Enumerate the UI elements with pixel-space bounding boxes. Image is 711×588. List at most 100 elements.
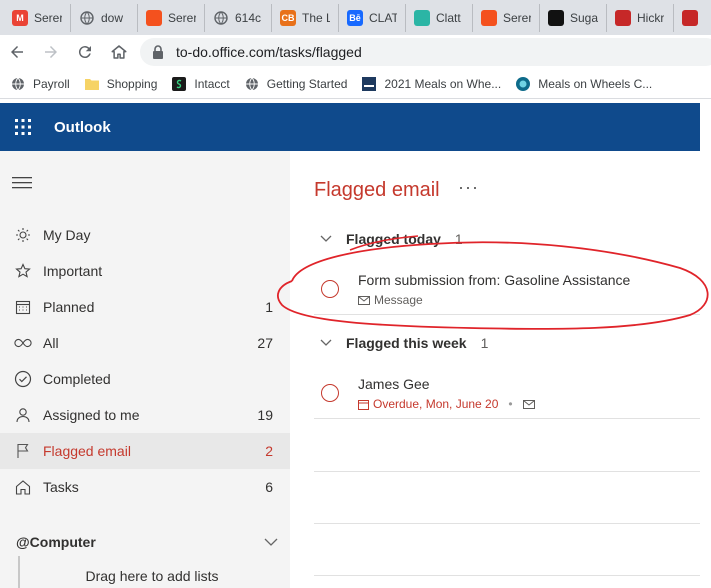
bookmark-item[interactable]: Shopping (84, 76, 158, 92)
sidebar-item-completed[interactable]: Completed (0, 361, 290, 397)
sidebar-item-flagged[interactable]: Flagged email 2 (0, 433, 290, 469)
app-launcher-button[interactable] (0, 103, 46, 151)
tab-title: Hickr (637, 10, 665, 25)
reload-button[interactable] (68, 35, 102, 69)
sidebar-item-label: Important (43, 263, 103, 279)
sidebar-item-count: 19 (257, 407, 273, 423)
browser-tab[interactable]: Suga (540, 3, 607, 32)
empty-row-divider (314, 523, 700, 524)
bookmark-item[interactable]: Payroll (10, 76, 70, 92)
sidebar: My Day Important Planned 1 All 27 Completed Ass… (0, 151, 290, 588)
section-label: Flagged today (346, 231, 441, 247)
task-meta: Overdue, Mon, June 20 • (358, 397, 535, 411)
address-bar[interactable]: to-do.office.com/tasks/flagged (140, 38, 711, 66)
browser-tab[interactable]: 614c (205, 3, 272, 32)
section-count: 1 (454, 231, 463, 247)
tab-favicon-icon (548, 9, 564, 26)
chevron-down-icon (320, 235, 332, 242)
tab-title: Serer (168, 10, 196, 25)
sidebar-item-label: Planned (43, 299, 95, 315)
sidebar-item-count: 6 (265, 479, 273, 495)
browser-tab[interactable]: Hickr (607, 3, 674, 32)
back-arrow-icon (11, 46, 23, 58)
bookmark-item[interactable]: 2021 Meals on Whe... (361, 76, 501, 92)
sidebar-item-important[interactable]: Important (0, 253, 290, 289)
tab-favicon-icon (146, 9, 162, 26)
sidebar-item-label: Flagged email (43, 443, 131, 459)
sidebar-item-my-day[interactable]: My Day (0, 217, 290, 253)
calendar-icon (358, 399, 369, 410)
home-button[interactable] (102, 35, 136, 69)
tab-favicon-icon (213, 10, 229, 26)
bookmarks-bar: Payroll Shopping Intacct Getting Started 202… (0, 69, 711, 99)
bookmark-item[interactable]: Intacct (171, 76, 230, 92)
task-meta-label: Message (374, 293, 423, 307)
complete-task-checkbox[interactable] (321, 384, 339, 402)
drop-zone[interactable]: Drag here to add lists (18, 556, 278, 588)
app-brand[interactable]: Outlook (54, 119, 111, 136)
browser-tab[interactable]: Serer (473, 3, 540, 32)
tab-title: The L (302, 10, 330, 25)
sidebar-item-tasks[interactable]: Tasks 6 (0, 469, 290, 505)
sidebar-item-label: My Day (43, 227, 91, 243)
bookmark-label: Shopping (106, 76, 158, 91)
meta-separator: • (508, 397, 513, 411)
tab-title: Suga (570, 10, 598, 25)
mail-icon (358, 295, 370, 305)
person-icon (14, 406, 32, 424)
tab-favicon-icon: CB (280, 9, 296, 26)
intacct-icon (171, 76, 187, 92)
sidebar-item-planned[interactable]: Planned 1 (0, 289, 290, 325)
browser-tab[interactable]: CB The L (272, 3, 339, 32)
home-icon (14, 478, 32, 496)
sidebar-item-all[interactable]: All 27 (0, 325, 290, 361)
forward-button[interactable] (34, 35, 68, 69)
tab-title: Serer (503, 10, 531, 25)
tab-favicon-icon (79, 10, 95, 26)
browser-tab[interactable]: dow (71, 3, 138, 32)
bookmark-item[interactable]: Meals on Wheels C... (515, 76, 652, 92)
folder-icon (84, 76, 100, 92)
task-row[interactable]: James Gee Overdue, Mon, June 20 • (314, 367, 700, 419)
chevron-down-icon (264, 538, 278, 546)
calendar-icon (14, 298, 32, 316)
tab-title: 614c (235, 10, 262, 25)
bookmark-label: Meals on Wheels C... (538, 76, 653, 91)
sidebar-item-label: Tasks (43, 479, 79, 495)
browser-tab-strip: M Serer dow Serer 614c CB The L Bē CLAT Clatt Sere… (0, 0, 711, 35)
browser-tab[interactable]: M Serer (4, 3, 71, 32)
lock-icon (153, 45, 163, 59)
bookmark-label: Intacct (194, 76, 230, 91)
list-group-computer[interactable]: @Computer (16, 534, 278, 550)
browser-tab[interactable]: Serer (138, 3, 205, 32)
tab-title: Clatt (436, 10, 461, 25)
forward-arrow-icon (45, 46, 57, 58)
page-title: Flagged email (314, 179, 440, 201)
tab-favicon-icon (481, 9, 497, 26)
tab-title: Serer (34, 10, 62, 25)
sun-icon (14, 226, 32, 244)
task-meta: Message (358, 293, 423, 307)
tab-favicon-icon (682, 9, 698, 26)
back-button[interactable] (0, 35, 34, 69)
browser-tab[interactable]: Bē CLAT (339, 3, 406, 32)
url-text: to-do.office.com/tasks/flagged (176, 44, 362, 60)
task-row[interactable]: Form submission from: Gasoline Assistanc… (314, 263, 700, 315)
bookmark-label: 2021 Meals on Whe... (384, 76, 502, 91)
browser-tab[interactable] (674, 4, 711, 32)
browser-tab[interactable]: Clatt (406, 3, 473, 32)
bookmark-label: Payroll (33, 76, 70, 91)
section-flagged-this-week[interactable]: Flagged this week 1 (320, 335, 488, 351)
more-options-button[interactable]: ··· (458, 177, 479, 198)
tab-title: dow (101, 10, 124, 25)
sidebar-item-assigned[interactable]: Assigned to me 19 (0, 397, 290, 433)
tab-title: CLAT (369, 10, 397, 25)
hamburger-menu-icon[interactable] (12, 176, 32, 190)
complete-task-checkbox[interactable] (321, 280, 339, 298)
bookmark-item[interactable]: Getting Started (244, 76, 347, 92)
infinity-icon (14, 334, 32, 352)
tab-favicon-icon: M (12, 9, 28, 26)
section-flagged-today[interactable]: Flagged today 1 (320, 231, 463, 247)
star-icon (14, 262, 32, 280)
sidebar-item-count: 1 (265, 299, 273, 315)
